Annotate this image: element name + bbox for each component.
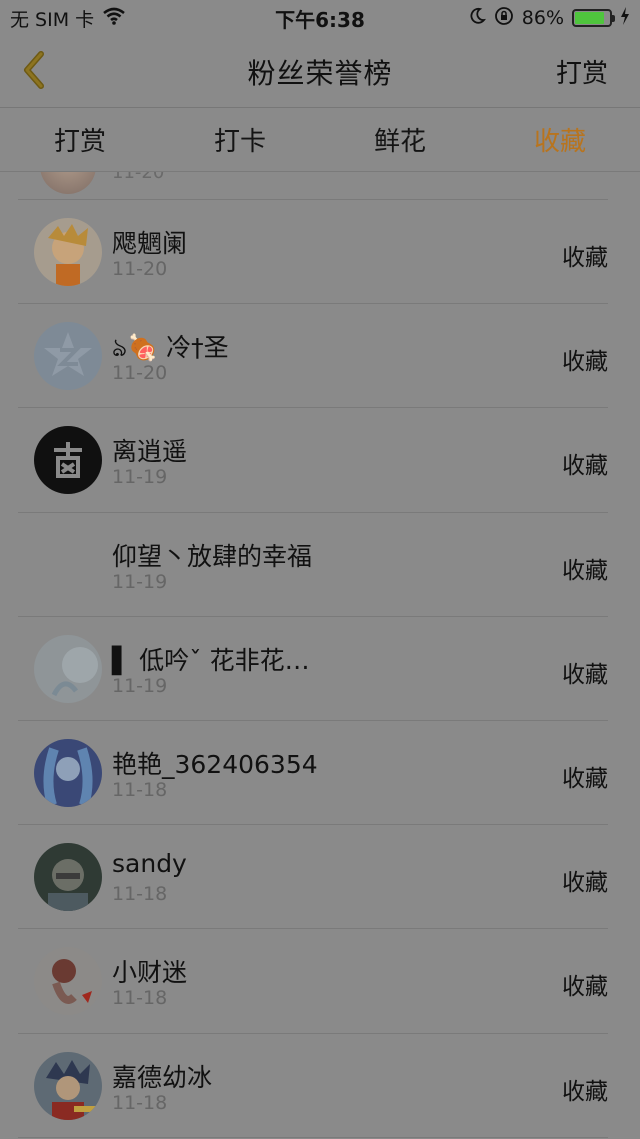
- status-right: 86%: [468, 6, 630, 31]
- charging-icon: [620, 6, 630, 30]
- list-item-partial[interactable]: 11-20: [18, 172, 608, 200]
- list-item[interactable]: ▌ 低吟ˇ 花非花… 11-19 收藏: [18, 617, 608, 721]
- avatar: [34, 426, 102, 495]
- list-item-action: 收藏: [562, 765, 608, 792]
- list-item-name: ▌ 低吟ˇ 花非花…: [112, 645, 310, 675]
- list-item-date: 11-18: [112, 987, 168, 1010]
- list-item-date: 11-20: [112, 362, 168, 385]
- status-left: 无 SIM 卡: [10, 5, 126, 32]
- list-item-action: 收藏: [562, 1078, 608, 1105]
- avatar: [34, 1051, 102, 1120]
- list-item-name: 小财迷: [112, 958, 188, 988]
- list-item-date: 11-20: [112, 258, 168, 280]
- list-item[interactable]: 艳艳_362406354 11-18 收藏: [18, 721, 608, 826]
- page-title: 粉丝荣誉榜: [247, 56, 393, 90]
- list-item-action: 收藏: [562, 245, 608, 271]
- avatar: [34, 218, 102, 286]
- nav-bar: 粉丝荣誉榜 打赏: [0, 36, 640, 108]
- fan-list[interactable]: 11-20 飔魍阑 11-20 收藏 ঌ🍖 冷†圣 11-20 收藏 离逍遥 1…: [0, 172, 640, 1139]
- avatar: [40, 172, 96, 194]
- list-item[interactable]: sandy 11-18 收藏: [18, 825, 608, 930]
- battery-percent: 86%: [521, 7, 564, 29]
- avatar: [34, 322, 102, 391]
- list-item-action: 收藏: [562, 870, 608, 897]
- back-button[interactable]: [14, 50, 54, 94]
- status-bar: 无 SIM 卡 下午6:38 86%: [0, 0, 640, 36]
- wifi-icon: [102, 7, 126, 30]
- battery-level: [575, 12, 605, 24]
- list-item-name: 嘉德幼冰: [112, 1062, 213, 1092]
- list-item[interactable]: 嘉德幼冰 11-18 收藏: [18, 1034, 608, 1138]
- list-item-action: 收藏: [562, 453, 608, 480]
- list-item-date: 11-18: [112, 778, 168, 801]
- list-item[interactable]: 飔魍阑 11-20 收藏: [18, 200, 608, 305]
- list-item-action: 收藏: [562, 974, 608, 1001]
- list-item-date: 11-20: [112, 172, 165, 183]
- tab-favorites[interactable]: 收藏: [480, 121, 640, 158]
- list-item-date: 11-18: [112, 883, 168, 906]
- list-item[interactable]: ঌ🍖 冷†圣 11-20 收藏: [18, 304, 608, 409]
- list-item-name: 飔魍阑: [112, 229, 188, 258]
- avatar: [34, 843, 102, 912]
- tab-reward[interactable]: 打赏: [0, 121, 160, 158]
- list-item-action: 收藏: [562, 661, 608, 688]
- rotation-lock-icon: [494, 6, 514, 31]
- reward-button[interactable]: 打赏: [556, 53, 608, 90]
- list-item-name: 艳艳_362406354: [112, 749, 318, 779]
- tab-flowers[interactable]: 鲜花: [320, 121, 480, 158]
- list-item-date: 11-19: [112, 674, 168, 697]
- list-item-date: 11-19: [112, 466, 168, 489]
- list-item[interactable]: 离逍遥 11-19 收藏: [18, 408, 608, 513]
- list-item[interactable]: 仰望丶放肆的幸福 11-19 收藏: [18, 513, 608, 617]
- carrier-label: 无 SIM 卡: [10, 8, 95, 31]
- battery-icon: [572, 9, 615, 27]
- tab-checkin[interactable]: 打卡: [160, 121, 320, 158]
- list-item-action: 收藏: [562, 349, 608, 376]
- list-item-name: 仰望丶放肆的幸福: [112, 541, 313, 571]
- tab-bar: 打赏 打卡 鲜花 收藏: [0, 108, 640, 172]
- avatar: [34, 738, 102, 807]
- list-item-date: 11-19: [112, 570, 168, 593]
- list-item-date: 11-18: [112, 1091, 168, 1114]
- list-item-name: sandy: [112, 849, 187, 879]
- list-item-action: 收藏: [562, 557, 608, 584]
- moon-icon: [468, 7, 486, 30]
- list-item[interactable]: 小财迷 11-18 收藏: [18, 929, 608, 1034]
- list-item-name: 离逍遥: [112, 437, 188, 467]
- avatar: [34, 947, 102, 1016]
- chevron-left-icon: [19, 50, 49, 94]
- avatar: [34, 634, 102, 703]
